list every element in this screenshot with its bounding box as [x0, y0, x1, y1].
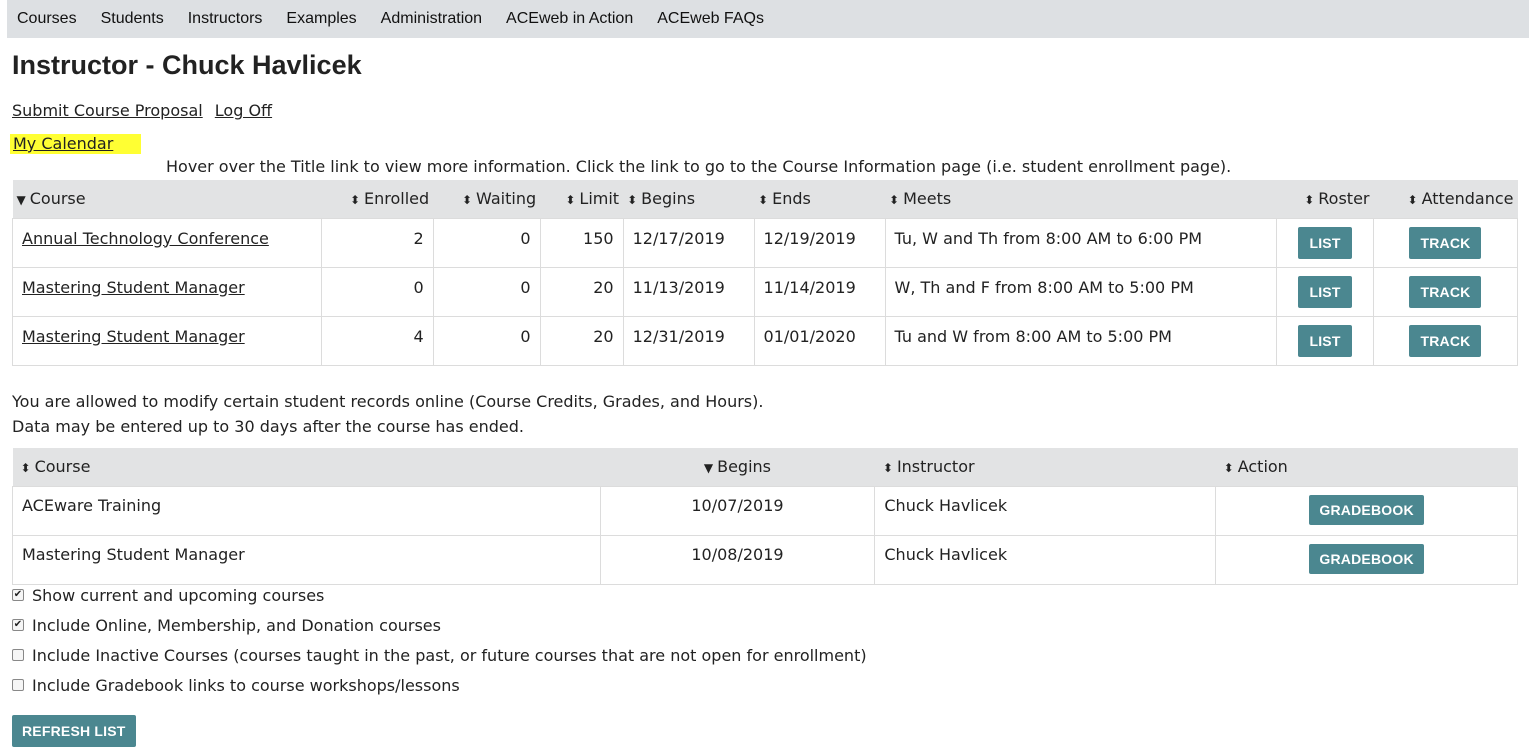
roster-list-button[interactable]: LIST	[1298, 226, 1352, 259]
sort-icon: ⬍	[758, 193, 769, 208]
checkbox-checked[interactable]: ✔	[12, 589, 24, 601]
option-gradebook-links: Include Gradebook links to course worksh…	[12, 676, 867, 706]
my-calendar-link[interactable]: My Calendar	[13, 134, 113, 153]
account-links: Submit Course Proposal Log Off	[12, 101, 279, 120]
col-limit[interactable]: ⬍ Limit	[540, 180, 624, 218]
nav-administration[interactable]: Administration	[381, 10, 482, 28]
nav-students[interactable]: Students	[101, 10, 164, 28]
col-begins[interactable]: ▼ Begins	[600, 448, 875, 486]
nav-aceweb-faqs[interactable]: ACEweb FAQs	[657, 10, 764, 28]
col-ends[interactable]: ⬍ Ends	[754, 180, 886, 218]
attendance-track-button[interactable]: TRACK	[1409, 324, 1482, 357]
waiting-cell: 0	[432, 266, 541, 317]
calendar-highlight: My Calendar	[10, 134, 141, 154]
option-inactive-courses: Include Inactive Courses (courses taught…	[12, 646, 867, 676]
sort-icon: ⬍	[349, 193, 360, 208]
col-attendance[interactable]: ⬍ Attendance	[1373, 180, 1518, 218]
enrolled-cell: 0	[320, 266, 434, 317]
col-roster[interactable]: ⬍ Roster	[1276, 180, 1374, 218]
gradebook-header-row: ⬍ Course ▼ Begins ⬍ Instructor ⬍ Action	[12, 448, 1518, 486]
table-row: Mastering Student Manager 0 0 20 11/13/2…	[12, 266, 1519, 317]
hover-instruction: Hover over the Title link to view more i…	[166, 157, 1232, 176]
col-meets[interactable]: ⬍ Meets	[885, 180, 1277, 218]
enrolled-cell: 2	[320, 217, 434, 268]
top-navigation: Courses Students Instructors Examples Ad…	[7, 0, 1529, 38]
instructor-cell: Chuck Havlicek	[874, 534, 1217, 585]
ends-cell: 12/19/2019	[753, 217, 886, 268]
courses-header-row: ▼ Course ⬍ Enrolled ⬍ Waiting ⬍ Limit ⬍ Begin…	[12, 180, 1518, 218]
sort-icon: ⬍	[882, 461, 893, 476]
meets-cell: Tu and W from 8:00 AM to 5:00 PM	[884, 315, 1278, 366]
checkbox-unchecked[interactable]	[12, 649, 24, 661]
course-cell: Mastering Student Manager	[12, 534, 601, 585]
sort-icon: ⬍	[1407, 193, 1418, 208]
table-row: Mastering Student Manager 10/08/2019 Chu…	[12, 534, 1518, 585]
sort-icon: ⬍	[889, 193, 900, 208]
filter-options: ✔ Show current and upcoming courses ✔ In…	[12, 586, 867, 706]
sort-desc-icon: ▼	[703, 461, 714, 476]
nav-instructors[interactable]: Instructors	[188, 10, 263, 28]
begins-cell: 12/31/2019	[622, 315, 755, 366]
log-off-link[interactable]: Log Off	[215, 101, 272, 120]
roster-list-button[interactable]: LIST	[1298, 275, 1352, 308]
nav-courses[interactable]: Courses	[17, 10, 77, 28]
course-title-link[interactable]: Annual Technology Conference	[22, 229, 269, 248]
limit-cell: 20	[539, 266, 624, 317]
gradebook-button[interactable]: GRADEBOOK	[1309, 543, 1424, 574]
table-row: Annual Technology Conference 2 0 150 12/…	[12, 217, 1519, 268]
attendance-track-button[interactable]: TRACK	[1409, 226, 1482, 259]
sort-icon: ⬍	[20, 461, 31, 476]
limit-cell: 150	[539, 217, 624, 268]
page-title: Instructor - Chuck Havlicek	[12, 50, 362, 80]
col-course[interactable]: ⬍ Course	[12, 448, 601, 486]
ends-cell: 11/14/2019	[753, 266, 886, 317]
begins-cell: 10/08/2019	[599, 534, 876, 585]
nav-examples[interactable]: Examples	[286, 10, 356, 28]
ends-cell: 01/01/2020	[753, 315, 886, 366]
col-action[interactable]: ⬍ Action	[1215, 448, 1518, 486]
modify-records-note: You are allowed to modify certain studen…	[12, 392, 764, 436]
nav-aceweb-in-action[interactable]: ACEweb in Action	[506, 10, 633, 28]
waiting-cell: 0	[432, 315, 541, 366]
sort-icon: ⬍	[1223, 461, 1234, 476]
begins-cell: 10/07/2019	[599, 485, 876, 536]
courses-table: ▼ Course ⬍ Enrolled ⬍ Waiting ⬍ Limit ⬍ Begin…	[12, 180, 1519, 366]
table-row: Mastering Student Manager 4 0 20 12/31/2…	[12, 315, 1519, 366]
submit-course-proposal-link[interactable]: Submit Course Proposal	[12, 101, 203, 120]
option-current-upcoming: ✔ Show current and upcoming courses	[12, 586, 325, 605]
col-enrolled[interactable]: ⬍ Enrolled	[321, 180, 434, 218]
waiting-cell: 0	[432, 217, 541, 268]
instructor-cell: Chuck Havlicek	[874, 485, 1217, 536]
roster-list-button[interactable]: LIST	[1298, 324, 1352, 357]
sort-icon: ⬍	[627, 193, 638, 208]
sort-icon: ⬍	[565, 193, 576, 208]
sort-desc-icon: ▼	[16, 193, 26, 208]
gradebook-table: ⬍ Course ▼ Begins ⬍ Instructor ⬍ Action ACEw…	[12, 448, 1518, 585]
checkbox-checked[interactable]: ✔	[12, 619, 24, 631]
limit-cell: 20	[539, 315, 624, 366]
meets-cell: Tu, W and Th from 8:00 AM to 6:00 PM	[884, 217, 1278, 268]
option-online-membership: ✔ Include Online, Membership, and Donati…	[12, 616, 441, 635]
checkbox-unchecked[interactable]	[12, 679, 24, 691]
table-row: ACEware Training 10/07/2019 Chuck Havlic…	[12, 485, 1518, 536]
meets-cell: W, Th and F from 8:00 AM to 5:00 PM	[884, 266, 1278, 317]
gradebook-button[interactable]: GRADEBOOK	[1309, 494, 1424, 525]
course-title-link[interactable]: Mastering Student Manager	[22, 327, 245, 346]
enrolled-cell: 4	[320, 315, 434, 366]
attendance-track-button[interactable]: TRACK	[1409, 275, 1482, 308]
col-course[interactable]: ▼ Course	[12, 180, 322, 218]
sort-icon: ⬍	[461, 193, 473, 208]
col-instructor[interactable]: ⬍ Instructor	[874, 448, 1216, 486]
refresh-list-button[interactable]: REFRESH LIST	[12, 715, 136, 747]
course-title-link[interactable]: Mastering Student Manager	[22, 278, 245, 297]
sort-icon: ⬍	[1304, 193, 1315, 208]
course-cell: ACEware Training	[12, 485, 601, 536]
begins-cell: 11/13/2019	[622, 266, 755, 317]
begins-cell: 12/17/2019	[622, 217, 755, 268]
col-begins[interactable]: ⬍ Begins	[623, 180, 755, 218]
col-waiting[interactable]: ⬍ Waiting	[433, 180, 541, 218]
